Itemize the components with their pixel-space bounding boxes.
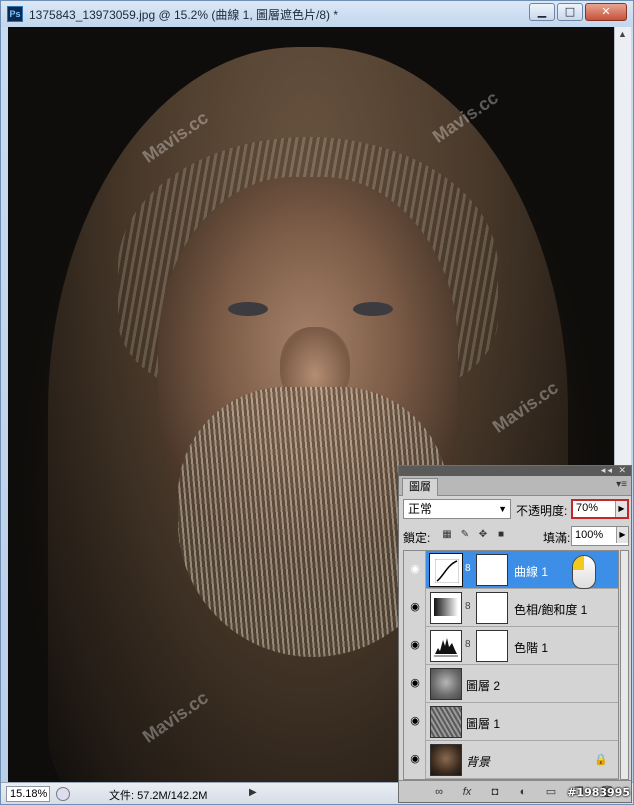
status-arrow-icon[interactable]: ▶ <box>249 787 257 798</box>
layers-panel: ◂◂ ✕ 圖層 ▾≡ 正常 ▼ 不透明度: 70% ▶ 鎖定: ▦ ✎ ✥ ■ … <box>398 465 632 803</box>
layer-row[interactable]: ◉ 8 色相/飽和度 1 <box>404 589 618 627</box>
layer-mask-thumbnail[interactable] <box>476 592 508 624</box>
minimize-button[interactable]: ▁ <box>529 3 555 21</box>
layer-row[interactable]: ◉ 8 色階 1 <box>404 627 618 665</box>
hue-saturation-adjustment-icon <box>430 592 462 624</box>
link-chain-icon[interactable]: 8 <box>465 639 471 650</box>
layer-thumbnail <box>430 668 462 700</box>
maximize-button[interactable]: □ <box>557 3 583 21</box>
visibility-eye-icon[interactable]: ◉ <box>408 752 422 766</box>
fx-icon[interactable]: fx <box>459 784 475 800</box>
credit-id: #1983995 <box>567 786 630 799</box>
lock-brush-icon[interactable]: ✎ <box>459 529 471 541</box>
fill-field[interactable]: 100% ▶ <box>571 526 629 546</box>
layers-scrollbar[interactable] <box>620 550 629 780</box>
layer-mask-thumbnail[interactable] <box>476 630 508 662</box>
tab-layers[interactable]: 圖層 <box>402 478 438 496</box>
fill-label: 填滿: <box>543 531 571 545</box>
panel-header[interactable]: ◂◂ ✕ <box>399 465 631 476</box>
close-button[interactable]: ✕ <box>585 3 627 21</box>
collapse-close-icon[interactable]: ◂◂ ✕ <box>601 465 628 476</box>
visibility-eye-icon[interactable]: ◉ <box>408 714 422 728</box>
fill-arrow-icon[interactable]: ▶ <box>616 527 628 543</box>
panel-menu-icon[interactable]: ▾≡ <box>616 479 627 490</box>
layer-thumbnail <box>430 706 462 738</box>
layer-name: 曲線 1 <box>514 565 549 579</box>
status-icon[interactable] <box>56 787 70 801</box>
link-icon[interactable]: ∞ <box>431 784 447 800</box>
layer-name: 色相/飽和度 1 <box>514 603 588 617</box>
blend-mode-value: 正常 <box>408 502 433 516</box>
layer-name: 背景 <box>466 755 491 769</box>
photoshop-icon: Ps <box>7 6 23 22</box>
layer-name: 色階 1 <box>514 641 549 655</box>
visibility-eye-icon[interactable]: ◉ <box>408 676 422 690</box>
document-info[interactable]: 文件: 57.2M/142.2M <box>109 787 207 803</box>
window-title: 1375843_13973059.jpg @ 15.2% (曲線 1, 圖層遮色… <box>29 8 339 22</box>
mouse-cursor-icon <box>572 555 596 589</box>
layer-row[interactable]: ◉ 圖層 1 <box>404 703 618 741</box>
visibility-eye-icon[interactable]: ◉ <box>408 600 422 614</box>
lock-icon: 🔒 <box>594 754 608 766</box>
layer-name: 圖層 1 <box>466 717 501 731</box>
photo-eye-left <box>228 302 268 316</box>
title-bar[interactable]: Ps 1375843_13973059.jpg @ 15.2% (曲線 1, 圖… <box>1 1 633 27</box>
lock-move-icon[interactable]: ✥ <box>477 529 489 541</box>
layer-row[interactable]: ◉ 圖層 2 <box>404 665 618 703</box>
blend-mode-select[interactable]: 正常 ▼ <box>403 499 511 519</box>
opacity-label: 不透明度: <box>516 504 568 518</box>
layer-row[interactable]: ◉ 背景 🔒 <box>404 741 618 779</box>
mask-icon[interactable]: ◘ <box>487 784 503 800</box>
photo-eye-right <box>353 302 393 316</box>
link-chain-icon[interactable]: 8 <box>465 601 471 612</box>
group-icon[interactable]: ▭ <box>543 784 559 800</box>
visibility-eye-icon[interactable]: ◉ <box>408 638 422 652</box>
link-chain-icon[interactable]: 8 <box>465 563 471 574</box>
curves-adjustment-icon <box>429 553 463 587</box>
opacity-value: 70% <box>576 502 599 514</box>
adjustment-icon[interactable]: ◐ <box>515 784 531 800</box>
opacity-field[interactable]: 70% ▶ <box>571 499 629 519</box>
scroll-up-icon[interactable]: ▲ <box>618 29 627 39</box>
layer-row[interactable]: ◉ 8 曲線 1 <box>404 551 618 589</box>
layer-mask-thumbnail[interactable] <box>476 554 508 586</box>
lock-transparency-icon[interactable]: ▦ <box>441 529 453 541</box>
layer-name: 圖層 2 <box>466 679 501 693</box>
chevron-down-icon: ▼ <box>498 504 507 514</box>
levels-adjustment-icon <box>430 630 462 662</box>
layer-thumbnail <box>430 744 462 776</box>
visibility-eye-icon[interactable]: ◉ <box>408 562 422 576</box>
opacity-arrow-icon[interactable]: ▶ <box>615 501 627 517</box>
zoom-field[interactable]: 15.18% <box>6 786 50 802</box>
fill-value: 100% <box>575 529 604 541</box>
lock-all-icon[interactable]: ■ <box>495 529 507 541</box>
layers-list: ◉ 8 曲線 1 ◉ 8 色相/飽和度 1 ◉ 8 色階 1 ◉ 圖層 2 ◉ … <box>403 550 619 780</box>
lock-label: 鎖定: <box>403 531 431 545</box>
